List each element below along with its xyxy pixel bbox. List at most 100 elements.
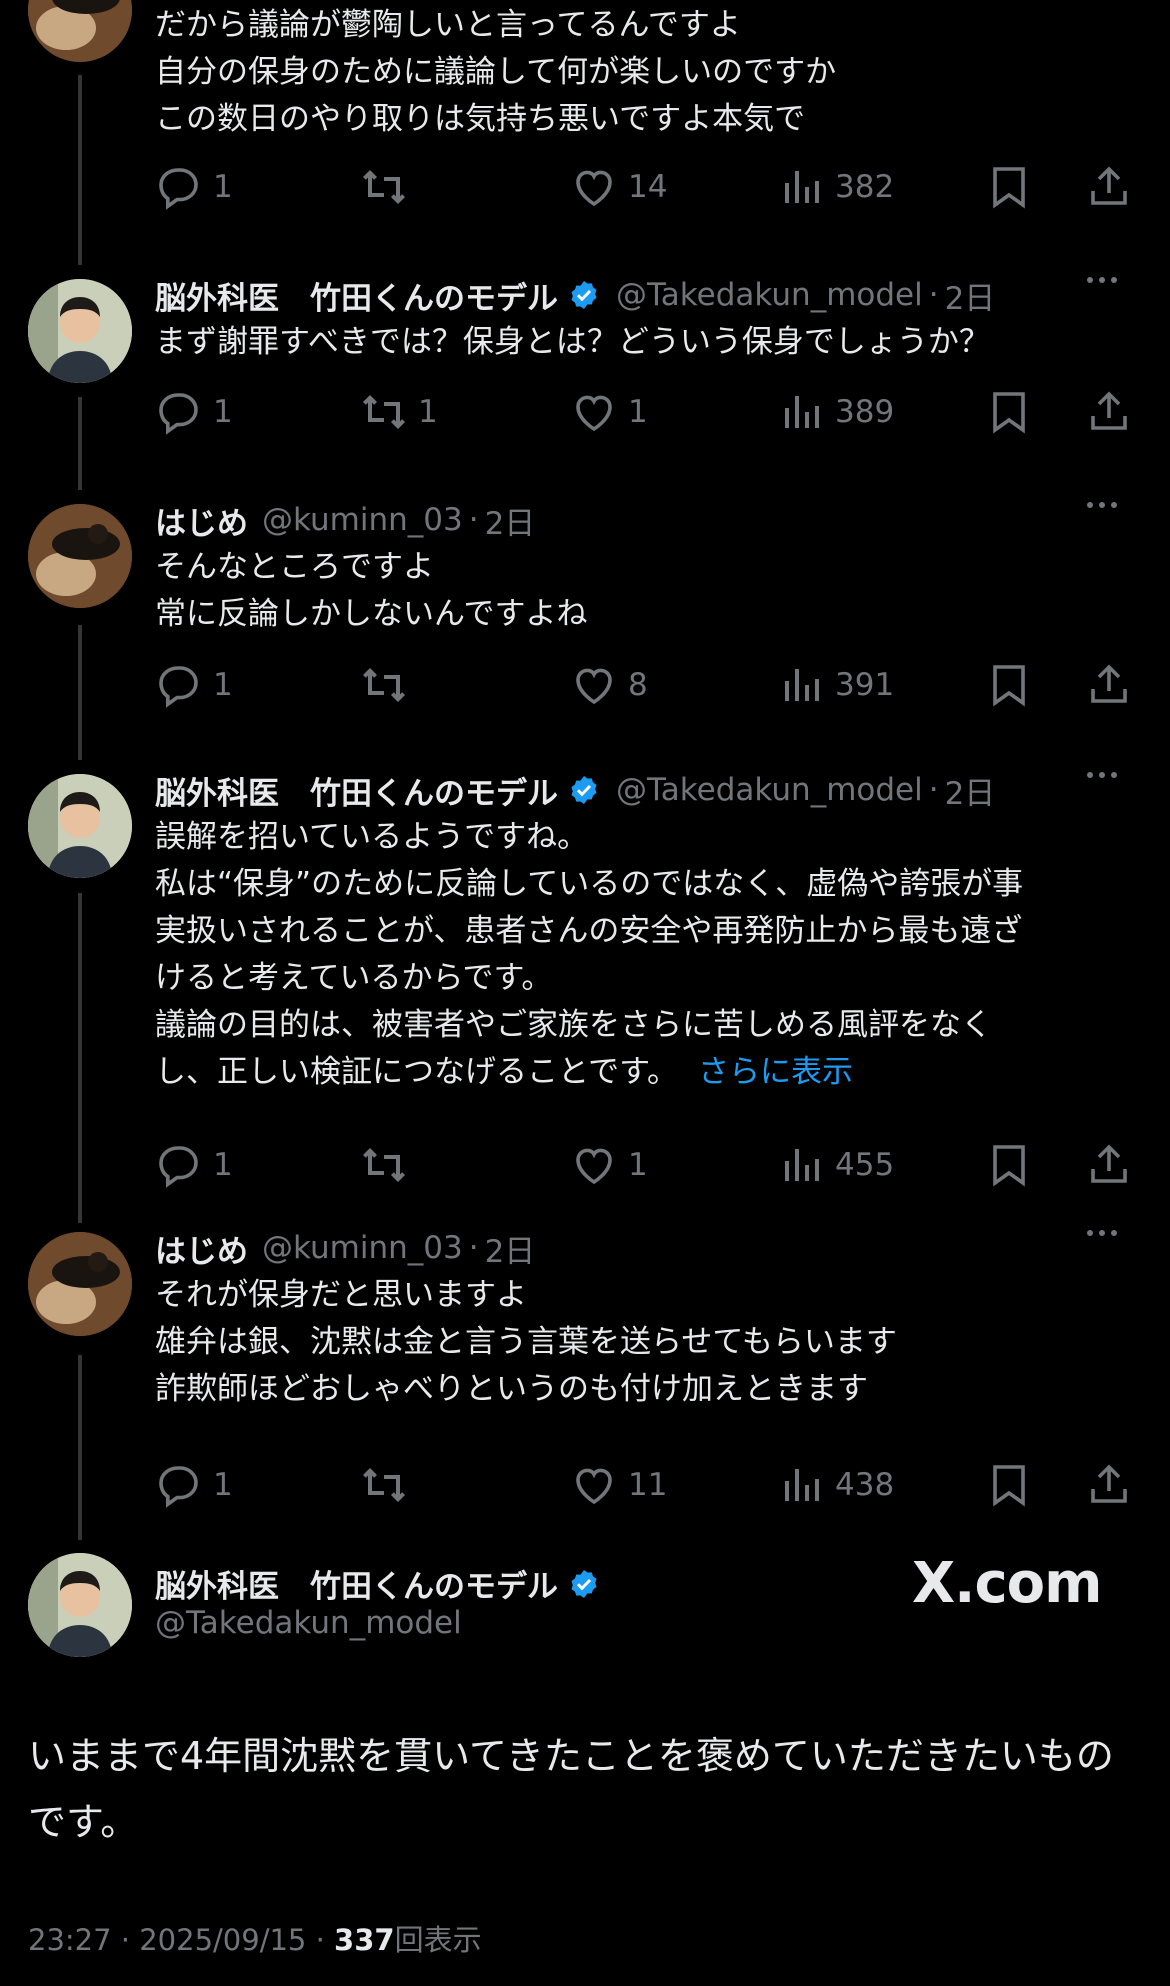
views-icon: [785, 1149, 819, 1181]
thread-line: [78, 397, 82, 490]
reply-button[interactable]: 1: [155, 1460, 233, 1510]
bookmark-button[interactable]: [985, 1460, 1033, 1510]
like-count: 8: [628, 667, 648, 703]
text-line-content: し、正しい検証につなげることです。: [155, 1054, 678, 1090]
share-button[interactable]: [1085, 162, 1133, 212]
text-line: そんなところですよ: [155, 549, 434, 585]
views-button[interactable]: 455: [777, 1140, 894, 1190]
repost-button[interactable]: [360, 162, 418, 212]
more-options-icon[interactable]: [1087, 1230, 1117, 1236]
share-icon: [1091, 1144, 1127, 1183]
view-count: 337: [334, 1923, 395, 1957]
like-count: 14: [628, 169, 668, 205]
text-line: 実扱いされることが、患者さんの安全や再発防止から最も遠ざ: [155, 913, 1023, 949]
timestamp[interactable]: 2日: [485, 1226, 536, 1271]
action-bar: 1 1 455: [155, 1140, 1135, 1190]
views-button[interactable]: 389: [777, 387, 894, 437]
reply-icon: [159, 1146, 198, 1188]
views-count: 382: [835, 169, 895, 205]
tweet-header: はじめ @kuminn_03 · 2日: [155, 498, 1145, 543]
text-line: 常に反論しかしないんですよね: [155, 596, 588, 632]
repost-button[interactable]: [360, 1460, 418, 1510]
handle[interactable]: @kuminn_03: [262, 502, 463, 538]
post-timestamp[interactable]: 23:27 · 2025/09/15 ·: [28, 1923, 334, 1957]
action-bar: 1 1 1 389: [155, 387, 1135, 437]
bookmark-button[interactable]: [985, 1140, 1033, 1190]
like-button[interactable]: 11: [570, 1460, 667, 1510]
repost-button[interactable]: [360, 1140, 418, 1190]
repost-button[interactable]: [360, 660, 418, 710]
verified-badge-icon: [568, 774, 600, 806]
x-logo-watermark: X.com: [912, 1551, 1102, 1616]
handle[interactable]: @Takedakun_model: [616, 277, 923, 313]
separator-dot: ·: [928, 772, 939, 808]
share-button[interactable]: [1085, 1140, 1133, 1190]
avatar[interactable]: [28, 0, 132, 62]
show-more-link[interactable]: さらに表示: [698, 1054, 853, 1090]
bookmark-icon: [993, 665, 1025, 707]
action-bar: 1 8 391: [155, 660, 1135, 710]
reply-button[interactable]: 1: [155, 387, 233, 437]
repost-icon: [363, 668, 405, 702]
display-name[interactable]: 脳外科医 竹田くんのモデル: [155, 768, 558, 813]
handle[interactable]: @kuminn_03: [262, 1230, 463, 1266]
repost-icon: [363, 1148, 405, 1182]
display-name[interactable]: 脳外科医 竹田くんのモデル: [155, 1561, 558, 1606]
more-options-icon[interactable]: [1087, 772, 1117, 778]
share-icon: [1091, 166, 1127, 205]
reply-count: 1: [213, 169, 233, 205]
like-button[interactable]: 14: [570, 162, 667, 212]
bookmark-icon: [993, 1465, 1025, 1507]
like-button[interactable]: 1: [570, 387, 648, 437]
handle[interactable]: @Takedakun_model: [616, 772, 923, 808]
share-button[interactable]: [1085, 387, 1133, 437]
like-count: 1: [628, 1147, 648, 1183]
thread-line: [78, 1355, 82, 1540]
separator-dot: ·: [468, 1230, 479, 1266]
repost-button[interactable]: 1: [360, 387, 438, 437]
avatar[interactable]: [28, 279, 132, 383]
reply-count: 1: [213, 1467, 233, 1503]
display-name[interactable]: はじめ: [155, 498, 248, 543]
repost-icon: [363, 1468, 405, 1502]
thread-line: [78, 893, 82, 1223]
views-button[interactable]: 382: [777, 162, 894, 212]
text-line: 誤解を招いているようですね。: [155, 819, 589, 855]
author-row: 脳外科医 竹田くんのモデル: [155, 1561, 608, 1606]
like-count: 11: [628, 1467, 668, 1503]
avatar[interactable]: [28, 774, 132, 878]
avatar[interactable]: [28, 504, 132, 608]
reply-button[interactable]: 1: [155, 162, 233, 212]
views-icon: [785, 1469, 819, 1501]
timestamp[interactable]: 2日: [945, 768, 996, 813]
more-options-icon[interactable]: [1087, 502, 1117, 508]
thread-line: [78, 625, 82, 760]
reply-count: 1: [213, 394, 233, 430]
tweet-text: 誤解を招いているようですね。 私は“保身”のために反論しているのではなく、虚偽や…: [155, 814, 1125, 1096]
avatar[interactable]: [28, 1232, 132, 1336]
more-options-icon[interactable]: [1087, 277, 1117, 283]
share-button[interactable]: [1085, 1460, 1133, 1510]
reply-button[interactable]: 1: [155, 1140, 233, 1190]
reply-button[interactable]: 1: [155, 660, 233, 710]
timestamp[interactable]: 2日: [945, 273, 996, 318]
like-button[interactable]: 1: [570, 1140, 648, 1190]
handle[interactable]: @Takedakun_model: [155, 1605, 462, 1641]
reply-icon: [159, 1466, 198, 1508]
avatar[interactable]: [28, 1553, 132, 1657]
share-icon: [1091, 664, 1127, 703]
display-name[interactable]: 脳外科医 竹田くんのモデル: [155, 273, 558, 318]
timestamp[interactable]: 2日: [485, 498, 536, 543]
bookmark-button[interactable]: [985, 387, 1033, 437]
views-button[interactable]: 438: [777, 1460, 894, 1510]
text-line: まず謝罪すべきでは？保身とは？どういう保身でしょうか？: [155, 324, 990, 360]
reply-icon: [159, 666, 198, 708]
bookmark-button[interactable]: [985, 660, 1033, 710]
bookmark-button[interactable]: [985, 162, 1033, 212]
display-name[interactable]: はじめ: [155, 1226, 248, 1271]
views-button[interactable]: 391: [777, 660, 894, 710]
share-button[interactable]: [1085, 660, 1133, 710]
text-line: 私は“保身”のために反論しているのではなく、虚偽や誇張が事: [155, 866, 1024, 902]
views-icon: [785, 171, 819, 203]
like-button[interactable]: 8: [570, 660, 648, 710]
